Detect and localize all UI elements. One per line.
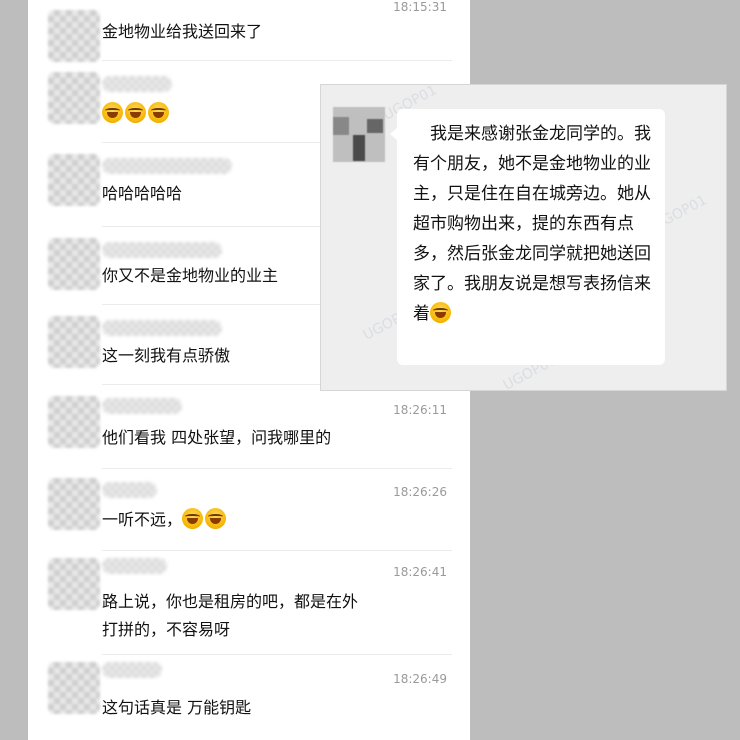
sender-name [102,76,172,92]
message-text: 他们看我 四处张望，问我哪里的 [102,428,332,447]
message-text: 我是来感谢张金龙同学的。我有个朋友，她不是金地物业的业主，只是住在自在城旁边。她… [413,124,651,324]
sender-name [102,320,222,336]
message-text: 一听不远， [102,510,183,529]
avatar[interactable] [48,316,100,368]
divider [102,60,452,61]
message-content: 我是来感谢张金龙同学的。我有个朋友，她不是金地物业的业主，只是住在自在城旁边。她… [413,119,659,329]
message-text: 这句话真是 万能钥匙 [102,698,252,717]
message-time: 18:26:26 [393,485,447,499]
overlay-chat-screenshot: UGOP01 UGOP01 UGOP01 UGOP01 我是来感谢张金龙同学的。… [320,82,727,394]
divider [102,550,452,551]
divider [102,654,452,655]
avatar[interactable] [48,72,100,124]
avatar[interactable] [48,238,100,290]
sender-name [102,158,232,174]
sender-name [102,662,162,678]
sender-name [102,242,222,258]
avatar[interactable] [48,10,100,62]
sender-name [102,398,182,414]
laugh-cry-emoji-icon [182,508,204,529]
laugh-cry-emoji-icon [125,102,146,123]
avatar[interactable] [48,478,100,530]
laugh-cry-emoji-icon [102,102,123,123]
divider [102,468,452,469]
message-content: 一听不远， [102,506,402,534]
laugh-cry-emoji-icon [430,302,451,323]
message-time: 18:26:11 [393,403,447,417]
message-time: 18:15:31 [393,0,447,14]
sender-name [102,482,157,498]
laugh-cry-emoji-icon [205,508,227,529]
message-time: 18:26:41 [393,565,447,579]
avatar[interactable] [48,558,100,610]
laugh-cry-emoji-icon [148,102,169,123]
message-text: 金地物业给我送回来了 [102,22,263,41]
avatar[interactable] [48,662,100,714]
avatar[interactable] [333,107,385,162]
message-bubble: 我是来感谢张金龙同学的。我有个朋友，她不是金地物业的业主，只是住在自在城旁边。她… [390,109,665,365]
message-text: 路上说，你也是租房的吧，都是在外打拼的，不容易呀 [102,592,359,639]
sender-name [102,558,167,574]
avatar[interactable] [48,154,100,206]
avatar[interactable] [48,396,100,448]
message-time: 18:26:49 [393,672,447,686]
